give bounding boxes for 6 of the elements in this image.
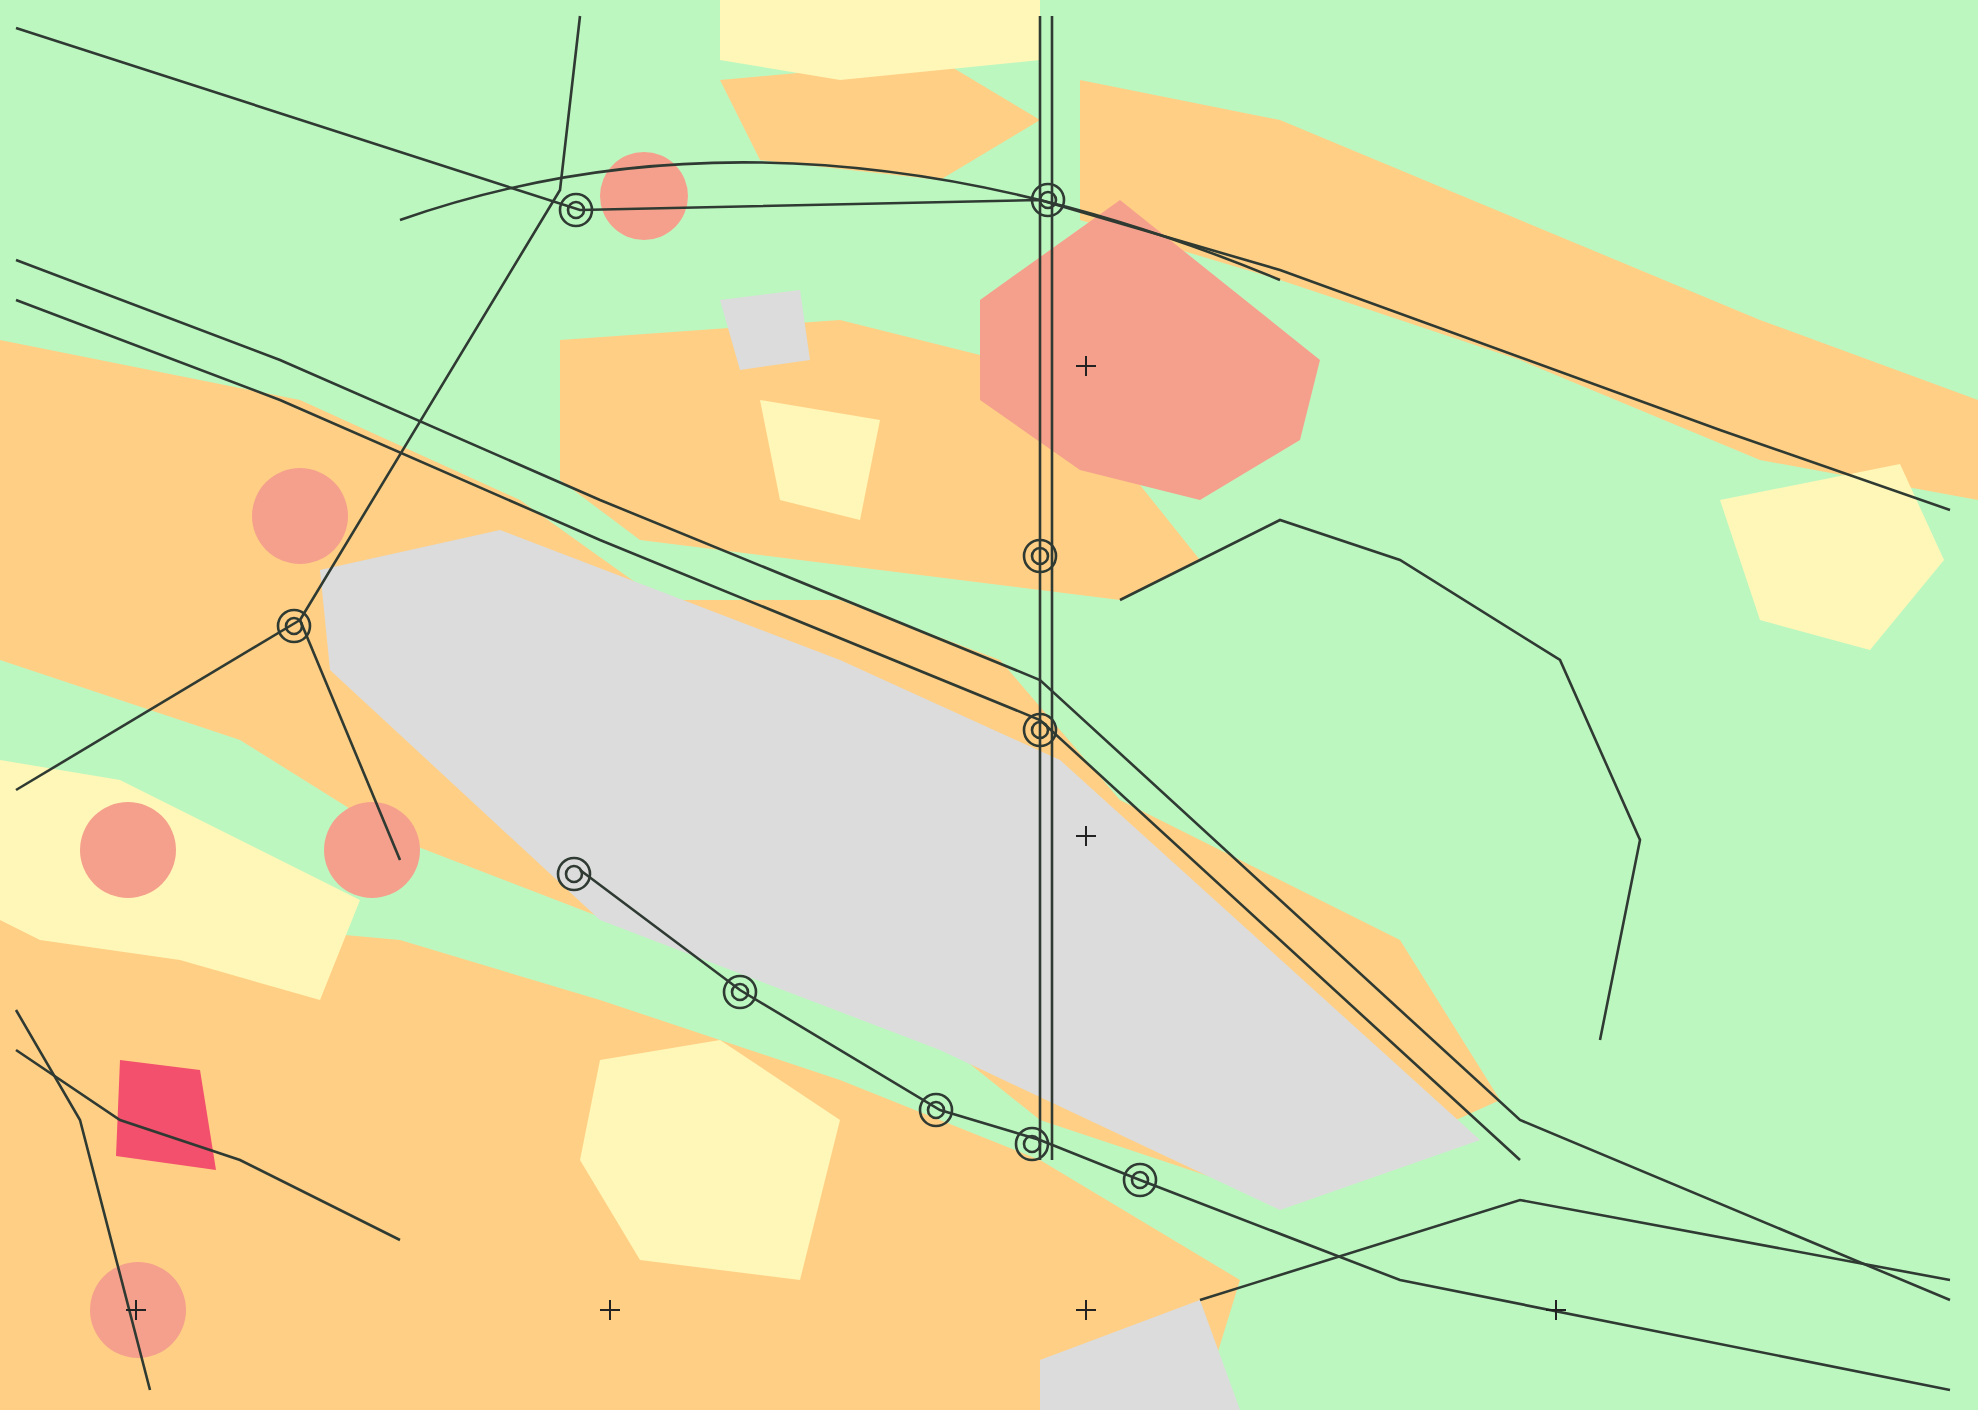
cross-icon — [125, 1299, 147, 1321]
cross-icon — [599, 1299, 621, 1321]
cross-icon — [1545, 1299, 1567, 1321]
cross-icon — [1075, 1299, 1097, 1321]
cross-icon — [1075, 825, 1097, 847]
cross-icon — [1075, 355, 1097, 377]
